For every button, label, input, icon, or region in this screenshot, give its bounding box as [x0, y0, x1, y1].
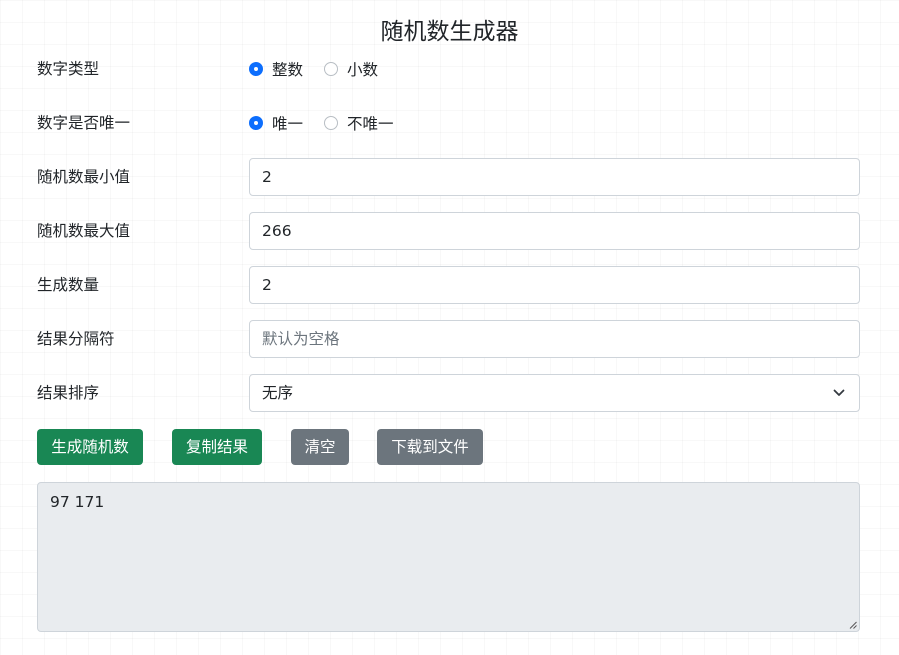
radio-integer-circle[interactable]: [249, 62, 263, 76]
radio-unique-circle[interactable]: [249, 116, 263, 130]
radio-not-unique[interactable]: 不唯一: [324, 112, 394, 134]
unique-label: 数字是否唯一: [37, 114, 131, 132]
page-title: 随机数生成器: [380, 19, 519, 45]
unique-radio-group: 唯一 不唯一: [249, 104, 415, 142]
clear-button[interactable]: 清空: [291, 429, 349, 465]
max-value-row: 随机数最大值: [37, 212, 860, 250]
count-row: 生成数量: [37, 266, 860, 304]
separator-row: 结果分隔符: [37, 320, 860, 358]
sort-select-value[interactable]: 无序: [262, 384, 293, 402]
max-value-label: 随机数最大值: [37, 222, 131, 240]
generate-button[interactable]: 生成随机数: [37, 429, 143, 465]
radio-integer-label[interactable]: 整数: [272, 58, 303, 80]
number-type-label: 数字类型: [37, 60, 100, 78]
result-textarea[interactable]: 97 171: [37, 482, 860, 632]
count-input[interactable]: [249, 266, 860, 304]
radio-unique[interactable]: 唯一: [249, 112, 303, 134]
radio-integer[interactable]: 整数: [249, 58, 303, 80]
radio-decimal-circle[interactable]: [324, 62, 339, 76]
unique-row: 数字是否唯一 唯一 不唯一: [37, 104, 860, 142]
chevron-down-icon[interactable]: [833, 388, 845, 398]
count-label: 生成数量: [37, 276, 100, 294]
radio-not-unique-label[interactable]: 不唯一: [347, 112, 394, 134]
radio-decimal-label[interactable]: 小数: [347, 58, 378, 80]
radio-not-unique-circle[interactable]: [324, 116, 339, 130]
sort-label: 结果排序: [37, 384, 100, 402]
radio-unique-label[interactable]: 唯一: [272, 112, 303, 134]
download-button[interactable]: 下载到文件: [377, 429, 483, 465]
sort-select[interactable]: 无序: [249, 374, 860, 412]
result-text: 97 171: [50, 493, 105, 511]
min-value-label: 随机数最小值: [37, 168, 131, 186]
max-value-input[interactable]: [249, 212, 860, 250]
copy-result-button[interactable]: 复制结果: [172, 429, 262, 465]
separator-label: 结果分隔符: [37, 330, 115, 348]
min-value-row: 随机数最小值: [37, 158, 860, 196]
sort-row: 结果排序 无序: [37, 374, 860, 412]
resize-handle-icon[interactable]: [849, 621, 857, 629]
separator-input[interactable]: [249, 320, 860, 358]
number-type-row: 数字类型 整数 小数: [37, 50, 860, 88]
number-type-radio-group: 整数 小数: [249, 50, 399, 88]
min-value-input[interactable]: [249, 158, 860, 196]
radio-decimal[interactable]: 小数: [324, 58, 378, 80]
